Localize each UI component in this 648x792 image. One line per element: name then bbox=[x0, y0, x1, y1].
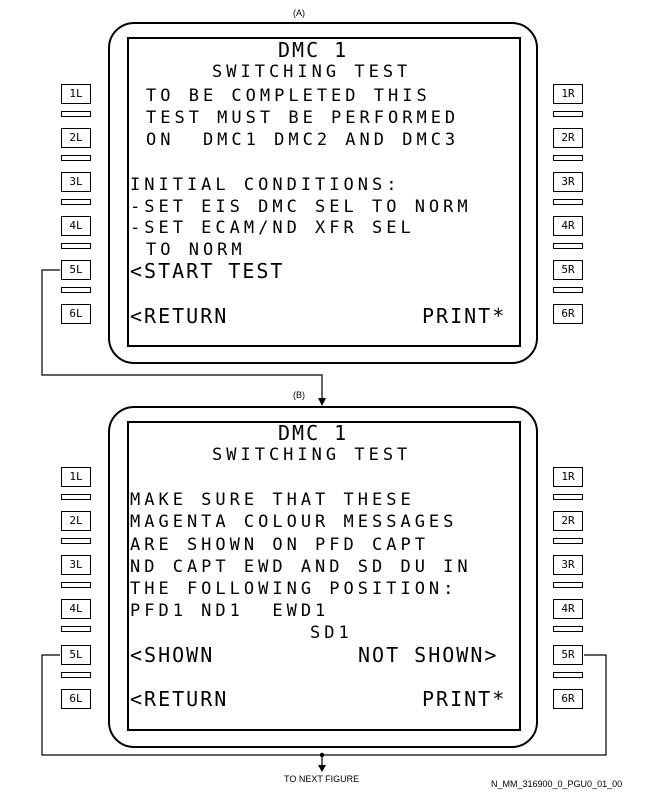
screen-b-line: SD1 bbox=[310, 623, 353, 643]
screen-b-line: ARE SHOWN ON PFD CAPT bbox=[130, 535, 429, 555]
key-slot bbox=[553, 111, 583, 117]
not-shown-prompt[interactable]: NOT SHOWN> bbox=[358, 645, 498, 665]
lsk-5l-b[interactable]: 5L bbox=[61, 645, 91, 665]
lsk-1r-b[interactable]: 1R bbox=[553, 467, 583, 487]
lsk-3r-b[interactable]: 3R bbox=[553, 555, 583, 575]
key-slot bbox=[61, 287, 91, 293]
lsk-6l-a[interactable]: 6L bbox=[61, 304, 91, 324]
screen-b-line: THE FOLLOWING POSITION: bbox=[130, 579, 458, 599]
screen-a-line: TEST MUST BE PERFORMED bbox=[146, 108, 460, 128]
return-prompt-a[interactable]: <RETURN bbox=[130, 306, 228, 326]
figure-reference: N_MM_316900_0_PGU0_01_00 bbox=[491, 779, 623, 789]
screen-a-title: DMC 1 bbox=[278, 38, 349, 62]
key-slot bbox=[553, 672, 583, 678]
lsk-1r-a[interactable]: 1R bbox=[553, 84, 583, 104]
next-figure-label: TO NEXT FIGURE bbox=[284, 774, 360, 784]
key-slot bbox=[61, 538, 91, 544]
key-slot bbox=[61, 111, 91, 117]
screen-a-line: ON DMC1 DMC2 AND DMC3 bbox=[146, 130, 460, 150]
key-slot bbox=[61, 243, 91, 249]
lsk-3r-a[interactable]: 3R bbox=[553, 172, 583, 192]
shown-prompt[interactable]: <SHOWN bbox=[130, 645, 214, 665]
key-slot bbox=[61, 582, 91, 588]
start-test-prompt[interactable]: <START TEST bbox=[130, 261, 284, 281]
key-slot bbox=[553, 243, 583, 249]
key-slot bbox=[553, 287, 583, 293]
screen-b-line: MAGENTA COLOUR MESSAGES bbox=[130, 512, 458, 532]
screen-b-title: DMC 1 bbox=[278, 421, 349, 445]
key-slot bbox=[553, 494, 583, 500]
lsk-5l-a[interactable]: 5L bbox=[61, 260, 91, 280]
lsk-6r-b[interactable]: 6R bbox=[553, 689, 583, 709]
key-slot bbox=[553, 582, 583, 588]
connector-junction bbox=[319, 752, 325, 758]
screen-a-line: -SET EIS DMC SEL TO NORM bbox=[130, 197, 472, 217]
print-prompt-a[interactable]: PRINT* bbox=[422, 306, 506, 326]
lsk-1l-a[interactable]: 1L bbox=[61, 84, 91, 104]
lsk-6l-b[interactable]: 6L bbox=[61, 689, 91, 709]
panel-b-tag: (B) bbox=[293, 390, 305, 400]
key-slot bbox=[61, 672, 91, 678]
lsk-5r-a[interactable]: 5R bbox=[553, 260, 583, 280]
screen-b-subtitle: SWITCHING TEST bbox=[212, 445, 412, 465]
lsk-2r-b[interactable]: 2R bbox=[553, 511, 583, 531]
screen-b-line: PFD1 ND1 EWD1 bbox=[130, 601, 330, 621]
return-prompt-b[interactable]: <RETURN bbox=[130, 689, 228, 709]
lsk-3l-a[interactable]: 3L bbox=[61, 172, 91, 192]
connector-arrowhead-next bbox=[318, 765, 326, 772]
lsk-2l-a[interactable]: 2L bbox=[61, 128, 91, 148]
lsk-4r-b[interactable]: 4R bbox=[553, 599, 583, 619]
panel-a-tag: (A) bbox=[293, 8, 305, 18]
key-slot bbox=[61, 626, 91, 632]
key-slot bbox=[553, 199, 583, 205]
screen-a-line: TO NORM bbox=[146, 240, 246, 260]
lsk-4l-a[interactable]: 4L bbox=[61, 216, 91, 236]
screen-b-line: MAKE SURE THAT THESE bbox=[130, 490, 415, 510]
key-slot bbox=[61, 155, 91, 161]
lsk-1l-b[interactable]: 1L bbox=[61, 467, 91, 487]
lsk-5r-b[interactable]: 5R bbox=[553, 645, 583, 665]
lsk-4r-a[interactable]: 4R bbox=[553, 216, 583, 236]
lsk-2l-b[interactable]: 2L bbox=[61, 511, 91, 531]
key-slot bbox=[61, 494, 91, 500]
screen-a-line: -SET ECAM/ND XFR SEL bbox=[130, 218, 415, 238]
key-slot bbox=[553, 538, 583, 544]
key-slot bbox=[61, 199, 91, 205]
key-slot bbox=[553, 155, 583, 161]
screen-a-line: TO BE COMPLETED THIS bbox=[146, 86, 431, 106]
lsk-3l-b[interactable]: 3L bbox=[61, 555, 91, 575]
lsk-2r-a[interactable]: 2R bbox=[553, 128, 583, 148]
screen-b-line: ND CAPT EWD AND SD DU IN bbox=[130, 557, 472, 577]
lsk-6r-a[interactable]: 6R bbox=[553, 304, 583, 324]
lsk-4l-b[interactable]: 4L bbox=[61, 599, 91, 619]
print-prompt-b[interactable]: PRINT* bbox=[422, 689, 506, 709]
screen-a-line: INITIAL CONDITIONS: bbox=[130, 175, 401, 195]
connector-arrowhead-b bbox=[318, 398, 326, 406]
key-slot bbox=[553, 626, 583, 632]
screen-a-subtitle: SWITCHING TEST bbox=[212, 62, 412, 82]
